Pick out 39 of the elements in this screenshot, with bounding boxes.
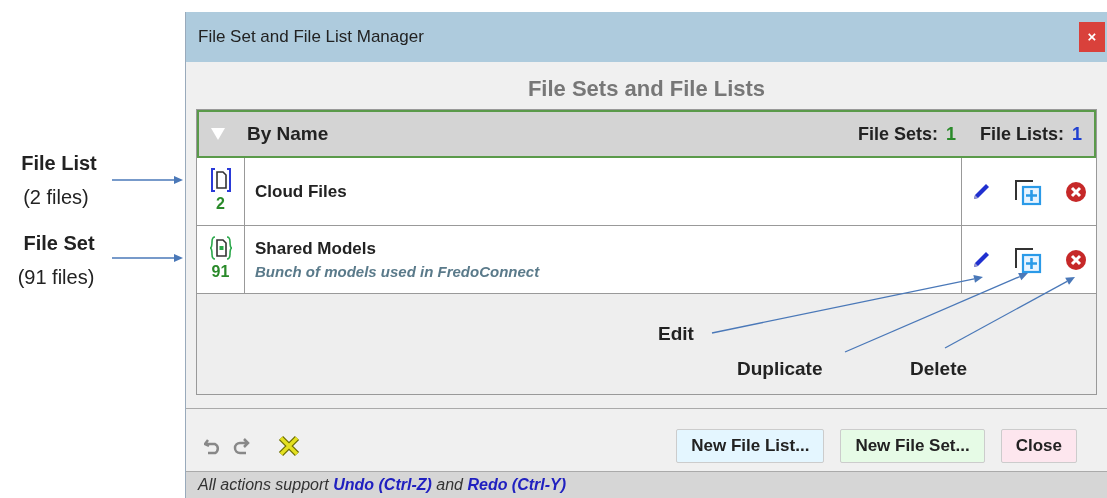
status-text: All actions support Undo (Ctrl-Z) and Redo (Ctrl-Y)	[198, 475, 567, 495]
sort-label: By Name	[247, 121, 329, 146]
dialog-button[interactable]: New File List...	[676, 429, 825, 463]
undo-icon[interactable]	[204, 437, 222, 455]
file-lists-label: File Lists:	[979, 122, 1064, 146]
dialog-heading: File Sets and File Lists	[527, 75, 766, 103]
arrow	[111, 176, 183, 184]
file-count: 91	[211, 261, 230, 282]
arrow	[111, 254, 183, 262]
file-sets-label: File Sets:	[857, 122, 938, 146]
callout-label: Edit	[658, 322, 694, 346]
file-count: 2	[216, 193, 225, 214]
annotation-note: (2 files)	[23, 185, 89, 210]
delete-icon[interactable]	[1065, 248, 1087, 271]
dialog-button[interactable]: Close	[1000, 429, 1077, 463]
item-name: Shared Models	[255, 237, 377, 260]
pencil-icon[interactable]	[971, 249, 991, 270]
duplicate-icon[interactable]	[1013, 245, 1043, 274]
file-list-icon	[209, 167, 232, 192]
list-row[interactable]: 91 Shared Models Bunch of models used in FredoConnect	[197, 226, 1096, 294]
annotation-title: File List	[21, 151, 97, 176]
tools-icon[interactable]	[278, 435, 300, 457]
pencil-icon[interactable]	[971, 181, 991, 202]
file-sets-count: 1	[945, 122, 956, 146]
annotation-note: (91 files)	[17, 265, 95, 290]
item-name: Cloud Files	[255, 180, 348, 203]
callout-label: Delete	[910, 357, 968, 381]
callout-label: Duplicate	[737, 357, 823, 381]
duplicate-icon[interactable]	[1013, 177, 1043, 206]
annotation-title: File Set	[23, 231, 95, 256]
redo-icon[interactable]	[232, 437, 250, 455]
dialog-button[interactable]: New File Set...	[840, 429, 985, 463]
file-lists-count: 1	[1072, 122, 1082, 146]
file-set-icon	[209, 235, 232, 260]
item-description: Bunch of models used in FredoConnect	[255, 262, 541, 282]
close-button[interactable]: ×	[1079, 22, 1105, 52]
delete-icon[interactable]	[1065, 180, 1087, 203]
window-title: File Set and File List Manager	[198, 26, 424, 49]
list-row[interactable]: 2 Cloud Files	[197, 158, 1096, 226]
